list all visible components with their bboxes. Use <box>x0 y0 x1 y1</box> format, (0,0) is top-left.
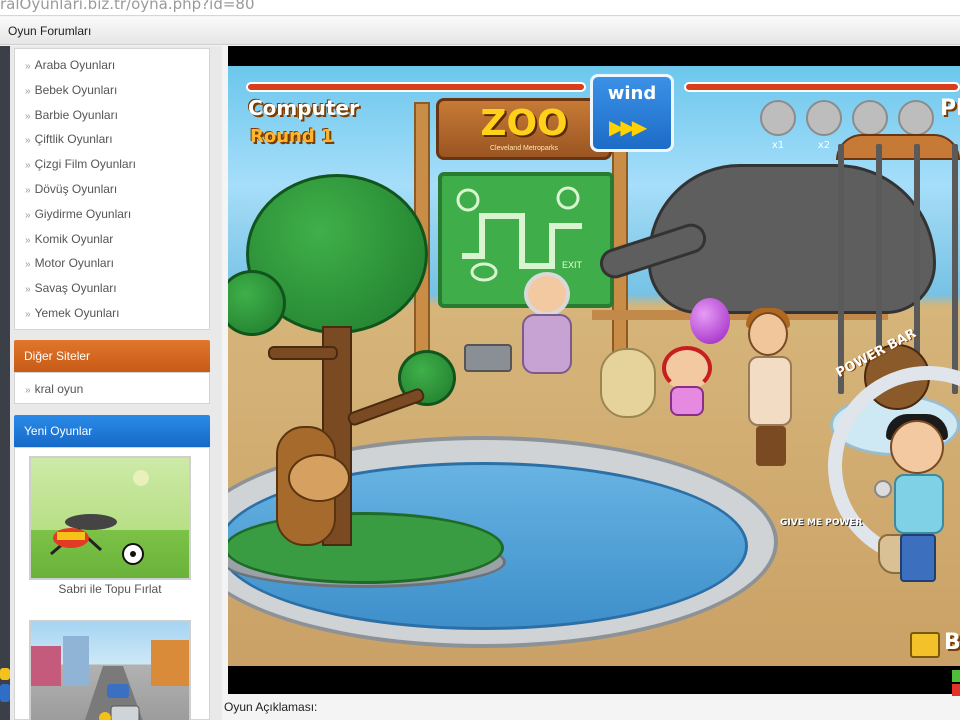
category-link[interactable]: » Çiftlik Oyunları <box>15 127 209 152</box>
round-label: Round 1 <box>250 126 334 147</box>
box-icon[interactable] <box>898 100 934 136</box>
kick-ball-illustration <box>50 470 149 565</box>
double-arrow-icon: » <box>25 184 31 196</box>
double-arrow-icon: » <box>25 160 31 172</box>
girl-body <box>670 386 704 416</box>
boy-spectator <box>740 308 800 472</box>
category-link[interactable]: » Giydirme Oyunları <box>15 202 209 227</box>
rail-icon[interactable] <box>0 684 10 702</box>
wind-indicator: wind ▶▶▶ <box>590 74 674 152</box>
zoo-sign: ZOO Cleveland Metroparks <box>436 98 612 160</box>
red-marker <box>952 684 960 696</box>
category-link[interactable]: » Çizgi Film Oyunları <box>15 152 209 177</box>
girl <box>658 346 716 422</box>
opponent-label: Computer <box>248 96 359 120</box>
category-list: » Araba Oyunları » Bebek Oyunları » Barbie … <box>14 48 210 330</box>
game-thumbnail[interactable] <box>29 456 191 580</box>
green-marker <box>952 670 960 682</box>
game-description-heading: Oyun Açıklaması: <box>224 700 318 714</box>
new-games-list: Sabri ile Topu Fırlat <box>14 447 210 720</box>
player-character <box>884 414 954 586</box>
balloon <box>690 298 730 344</box>
other-site-link[interactable]: kral oyun <box>35 382 84 396</box>
category-link[interactable]: » Barbie Oyunları <box>15 103 209 128</box>
side-markers <box>952 670 960 710</box>
double-arrow-icon: » <box>25 85 31 97</box>
island <box>228 512 504 584</box>
player-head <box>890 420 944 474</box>
tree-branch <box>268 346 338 360</box>
item-count: x1 <box>771 140 785 151</box>
map-exit-label: EXIT <box>562 260 583 270</box>
banana-icon[interactable] <box>760 100 796 136</box>
street-scene-illustration <box>31 636 189 720</box>
nut-icon[interactable] <box>852 100 888 136</box>
player-legs <box>900 534 936 582</box>
category-link[interactable]: » Dövüş Oyunları <box>15 177 209 202</box>
cage-roof <box>836 134 960 160</box>
granny <box>518 272 576 376</box>
tab-oyun-forumlari[interactable]: Oyun Forumları <box>0 21 99 41</box>
give-power-label: GIVE ME POWER <box>780 518 863 528</box>
double-arrow-icon: » <box>25 385 31 396</box>
double-arrow-icon: » <box>25 209 31 221</box>
sidebar: » Araba Oyunları » Bebek Oyunları » Barbie … <box>10 46 222 720</box>
category-link[interactable]: » Motor Oyunları <box>15 251 209 276</box>
double-arrow-icon: » <box>25 284 31 296</box>
wind-arrows-icon: ▶▶▶ <box>609 117 647 139</box>
wind-label: wind <box>607 83 657 104</box>
address-bar[interactable]: ralOyunlari.biz.tr/oyna.php?id=80 <box>0 0 960 16</box>
opponent-health-bar <box>246 82 586 92</box>
other-sites-header: Diğer Siteler <box>14 340 210 372</box>
granny-head <box>524 272 570 316</box>
player-body <box>894 474 944 534</box>
monkey-face <box>288 454 350 502</box>
double-arrow-icon: » <box>25 110 31 122</box>
girl-head <box>662 346 712 390</box>
cage-bar <box>838 144 844 394</box>
throw-ball[interactable] <box>874 480 892 498</box>
boy-legs <box>756 426 786 466</box>
address-bar-url[interactable]: ralOyunlari.biz.tr/oyna.php?id=80 <box>0 0 255 13</box>
cart <box>464 344 512 372</box>
category-link[interactable]: » Araba Oyunları <box>15 53 209 78</box>
game-thumbnail[interactable] <box>29 620 191 720</box>
game-canvas[interactable]: ZOO Cleveland Metroparks EXIT Computer R… <box>228 66 960 666</box>
boy-head <box>748 312 788 356</box>
cat <box>600 348 656 418</box>
category-link[interactable]: » Bebek Oyunları <box>15 78 209 103</box>
next-button[interactable]: B <box>944 630 960 655</box>
other-sites-list: » kral oyun <box>14 372 210 404</box>
cage-bar <box>952 144 958 394</box>
zoo-subtitle: Cleveland Metroparks <box>489 145 559 152</box>
top-nav: Oyun Forumları <box>0 17 960 45</box>
tree-branch <box>346 386 426 428</box>
rail-icon[interactable] <box>0 668 10 680</box>
granny-body <box>522 314 572 374</box>
boy-body <box>748 356 792 426</box>
home-icon[interactable] <box>910 632 940 658</box>
net-icon[interactable] <box>806 100 842 136</box>
zoo-title: ZOO <box>480 103 568 144</box>
double-arrow-icon: » <box>25 234 31 246</box>
game-thumbnail-caption[interactable]: Sabri ile Topu Fırlat <box>29 582 191 596</box>
double-arrow-icon: » <box>25 61 31 72</box>
category-link[interactable]: » Yemek Oyunları <box>15 301 209 326</box>
double-arrow-icon: » <box>25 308 31 320</box>
double-arrow-icon: » <box>25 135 31 147</box>
player-health-bar <box>684 82 960 92</box>
category-link[interactable]: » Savaş Oyunları <box>15 276 209 301</box>
left-rail <box>0 46 10 720</box>
double-arrow-icon: » <box>25 259 31 271</box>
new-games-header: Yeni Oyunlar <box>14 415 210 447</box>
category-link[interactable]: » Komik Oyunlar <box>15 227 209 252</box>
